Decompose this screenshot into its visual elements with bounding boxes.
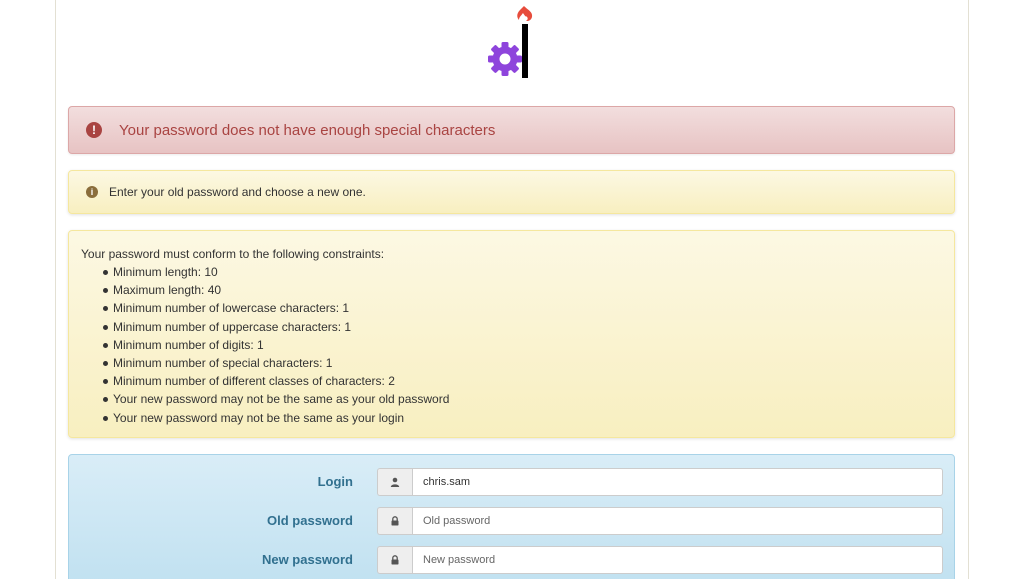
login-input[interactable] [412, 468, 943, 496]
constraint-item: Minimum number of digits: 1 [81, 336, 954, 354]
new-password-input-group [377, 546, 943, 574]
app-logo [488, 6, 533, 78]
login-input-group [377, 468, 943, 496]
new-password-label: New password [261, 552, 353, 567]
constraint-item: Your new password may not be the same as… [81, 409, 954, 427]
old-password-input-group [377, 507, 943, 535]
error-message: Your password does not have enough speci… [119, 121, 496, 139]
old-password-input[interactable] [412, 507, 943, 535]
lock-icon [377, 507, 412, 535]
password-constraints: Your password must conform to the follow… [68, 230, 955, 438]
constraint-item: Minimum length: 10 [81, 263, 954, 281]
constraint-item: Minimum number of uppercase characters: … [81, 318, 954, 336]
login-row: Login [69, 468, 956, 496]
info-alert: i Enter your old password and choose a n… [68, 170, 955, 214]
old-password-label: Old password [267, 513, 353, 528]
new-password-row: New password [69, 546, 956, 574]
constraint-item: Your new password may not be the same as… [81, 390, 954, 408]
constraint-item: Minimum number of different classes of c… [81, 372, 954, 390]
error-alert: ! Your password does not have enough spe… [68, 106, 955, 154]
constraint-item: Minimum number of lowercase characters: … [81, 299, 954, 317]
lock-icon [377, 546, 412, 574]
login-label: Login [317, 474, 353, 489]
info-circle-icon: i [86, 186, 98, 198]
user-icon [377, 468, 412, 496]
change-password-form: Login Old password New password [68, 454, 955, 579]
constraints-intro: Your password must conform to the follow… [81, 247, 385, 261]
constraints-list: Minimum length: 10 Maximum length: 40 Mi… [81, 263, 954, 427]
info-message: Enter your old password and choose a new… [109, 185, 366, 199]
old-password-row: Old password [69, 507, 956, 535]
constraint-item: Minimum number of special characters: 1 [81, 354, 954, 372]
new-password-input[interactable] [412, 546, 943, 574]
constraint-item: Maximum length: 40 [81, 281, 954, 299]
exclamation-circle-icon: ! [86, 122, 102, 138]
